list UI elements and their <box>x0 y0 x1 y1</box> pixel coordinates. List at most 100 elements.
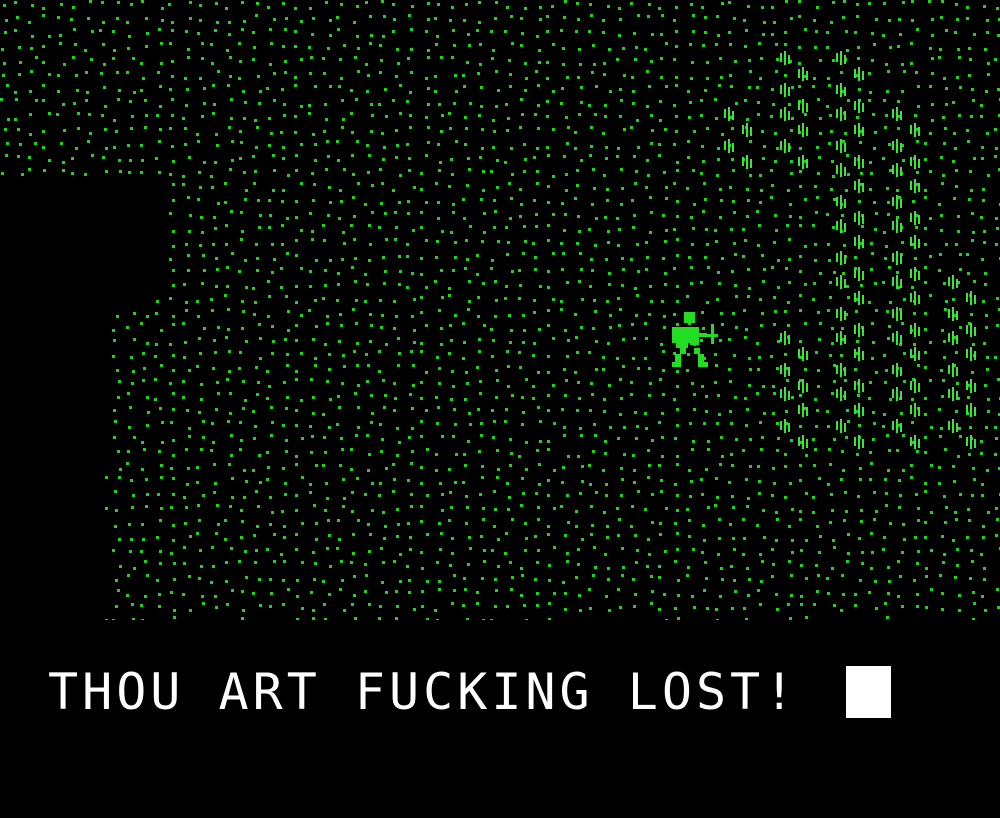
grass-dot <box>882 425 885 428</box>
grass-dot <box>271 421 274 424</box>
grass-dot <box>846 285 849 288</box>
grass-dot <box>622 566 625 569</box>
grass-dot <box>747 268 750 271</box>
grass-dot <box>295 533 298 536</box>
grass-dot <box>378 103 381 106</box>
grass-dot <box>870 462 873 465</box>
grass-dot <box>676 300 679 303</box>
grass-dot <box>861 225 864 228</box>
grass-dot <box>775 539 778 542</box>
grass-dot <box>203 327 206 330</box>
grass-dot <box>492 146 495 149</box>
grass-dot <box>814 185 817 188</box>
grass-dot <box>144 595 147 598</box>
grass-dot <box>717 553 720 556</box>
grass-dot <box>463 341 466 344</box>
grass-dot <box>312 17 315 20</box>
grass-dot <box>31 35 34 38</box>
grass-dot <box>941 608 944 611</box>
grass-dot <box>6 142 9 145</box>
grass-dot <box>187 56 190 59</box>
grass-dot <box>759 603 762 606</box>
grass-dot <box>341 579 344 582</box>
grass-dot <box>938 203 941 206</box>
grass-dot <box>156 300 159 303</box>
grass-dot <box>633 155 636 158</box>
grass-dot <box>426 448 429 451</box>
grass-dot <box>434 280 437 283</box>
grass-dot <box>478 338 481 341</box>
grass-dot <box>343 242 346 245</box>
grass-dot <box>438 580 441 583</box>
grass-dot <box>563 16 566 19</box>
grass-dot <box>393 382 396 385</box>
grass-dot <box>832 539 835 542</box>
grass-dot <box>518 297 521 300</box>
grass-dot <box>691 61 694 64</box>
grass-dot <box>650 142 653 145</box>
grass-dot <box>567 521 570 524</box>
grass-dot <box>19 143 22 146</box>
grass-dot <box>799 185 802 188</box>
grass-dot <box>35 56 38 59</box>
grass-dot <box>253 182 256 185</box>
grass-dot <box>184 143 187 146</box>
grass-dot <box>815 564 818 567</box>
grass-dot <box>872 411 875 414</box>
grass-dot <box>379 71 382 74</box>
grass-dot <box>716 298 719 301</box>
grass-dot <box>312 551 315 554</box>
grass-dot <box>479 493 482 496</box>
grass-dot <box>719 463 722 466</box>
grass-dot <box>171 114 174 117</box>
grass-dot <box>465 522 468 525</box>
grass-dot <box>817 385 820 388</box>
grass-dot <box>884 126 887 129</box>
grass-dot <box>284 338 287 341</box>
grass-dot <box>757 368 760 371</box>
grass-dot <box>648 3 651 6</box>
grass-dot <box>749 368 752 371</box>
grass-dot <box>479 43 482 46</box>
grass-dot <box>775 43 778 46</box>
grass-dot <box>634 58 637 61</box>
grass-dot <box>366 380 369 383</box>
grass-dot <box>968 453 971 456</box>
grass-dot <box>576 2 579 5</box>
grass-dot <box>215 2 218 5</box>
grass-dot <box>604 115 607 118</box>
grass-dot <box>619 88 622 91</box>
grass-dot <box>701 493 704 496</box>
grass-dot <box>351 154 354 157</box>
grass-dot <box>410 350 413 353</box>
grass-dot <box>324 343 327 346</box>
grass-dot <box>987 174 990 177</box>
grass-dot <box>702 44 705 47</box>
grass-dot <box>715 608 718 611</box>
grass-dot <box>829 354 832 357</box>
grass-dot <box>155 157 158 160</box>
grass-dot <box>350 468 353 471</box>
grass-dot <box>763 21 766 24</box>
grass-dot <box>870 242 873 245</box>
grass-dot <box>491 409 494 412</box>
grass-dot <box>973 280 976 283</box>
grass-dot <box>117 1 120 4</box>
grass-dot <box>380 326 383 329</box>
grass-dot <box>420 188 423 191</box>
grass-dot <box>636 294 639 297</box>
grass-dot <box>365 1 368 4</box>
grass-dot <box>74 43 77 46</box>
grass-dot <box>371 509 374 512</box>
grass-dot <box>981 483 984 486</box>
grass-dot <box>952 160 955 163</box>
grass-dot <box>396 144 399 147</box>
grass-dot <box>323 603 326 606</box>
grass-dot <box>791 86 794 89</box>
grass-dot <box>812 496 815 499</box>
grass-dot <box>368 154 371 157</box>
grass-dot <box>201 595 204 598</box>
grass-dot <box>182 396 185 399</box>
grass-dot <box>455 453 458 456</box>
grass-dot <box>493 420 496 423</box>
